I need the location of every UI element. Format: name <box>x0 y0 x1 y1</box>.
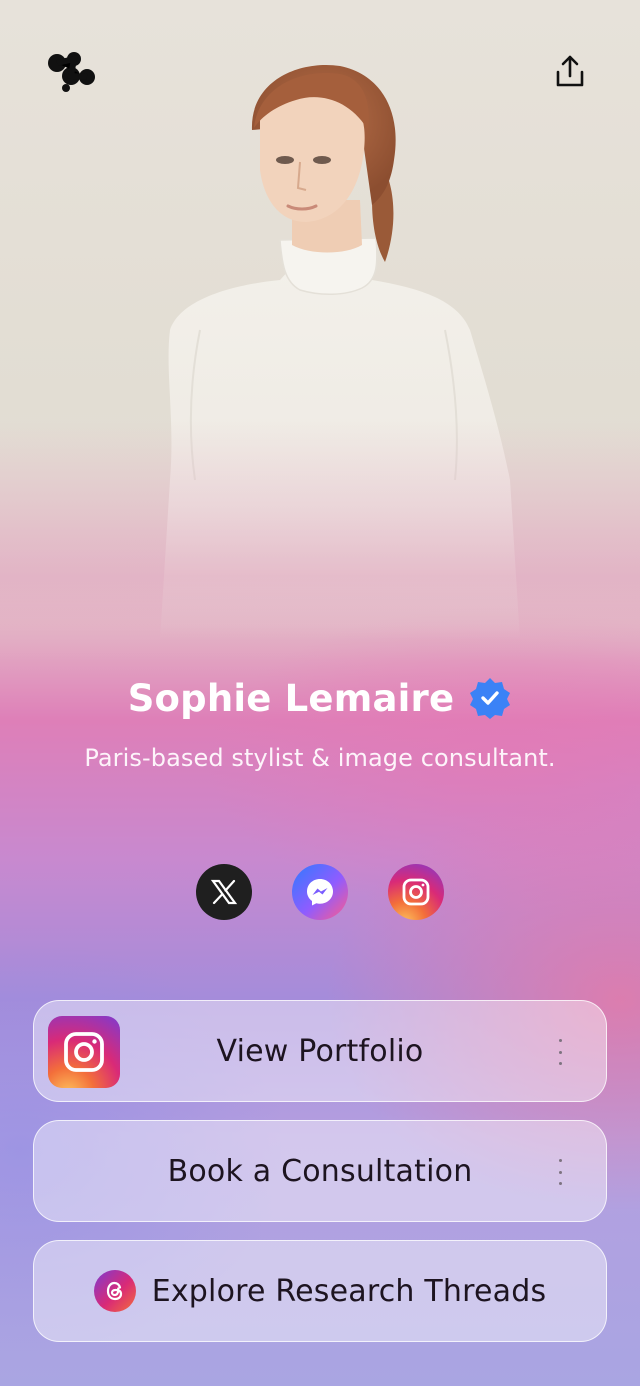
x-icon[interactable] <box>196 864 252 920</box>
more-options-icon[interactable] <box>554 1039 566 1065</box>
profile-hero-photo <box>0 0 640 660</box>
messenger-icon[interactable] <box>292 864 348 920</box>
profile-name: Sophie Lemaire <box>127 676 455 720</box>
link-label: Explore Research Threads <box>151 1273 547 1309</box>
link-explore-threads[interactable]: Explore Research Threads <box>33 1240 607 1342</box>
more-options-icon[interactable] <box>554 1159 566 1185</box>
profile-name-row: Sophie Lemaire <box>0 672 640 724</box>
social-icons-row <box>0 864 640 920</box>
threads-link-content: Explore Research Threads <box>93 1270 547 1312</box>
profile-bio: Paris-based stylist & image consultant. <box>84 744 556 772</box>
instagram-icon[interactable] <box>388 864 444 920</box>
verified-badge-icon <box>470 678 511 719</box>
threads-icon <box>93 1270 136 1312</box>
link-label: Book a Consultation <box>167 1153 473 1189</box>
hero-fade-overlay <box>0 420 640 660</box>
linktree-logo-icon[interactable] <box>40 48 100 94</box>
link-view-portfolio[interactable]: View Portfolio <box>33 1000 607 1102</box>
instagram-icon <box>48 1016 120 1088</box>
link-book-consultation[interactable]: Book a Consultation <box>33 1120 607 1222</box>
link-label: View Portfolio <box>216 1033 424 1069</box>
share-upload-icon[interactable] <box>546 48 594 94</box>
